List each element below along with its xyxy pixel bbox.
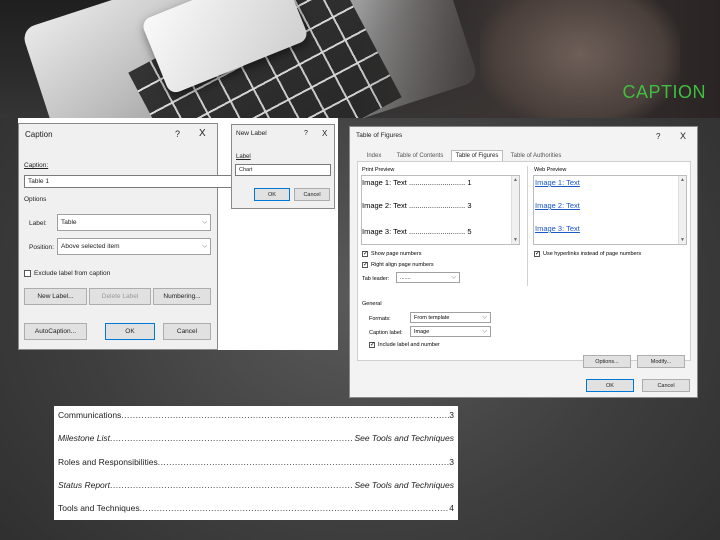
caption-dialog-title: Caption	[25, 130, 53, 139]
options-button[interactable]: Options...	[583, 355, 631, 368]
toc-entry: Communications3	[58, 408, 454, 420]
web-preview-link[interactable]: Image 3: Text	[535, 224, 580, 233]
position-select[interactable]: Above selected item ⌵	[57, 238, 211, 255]
close-icon[interactable]: X	[680, 131, 686, 141]
exclude-label-checkbox[interactable]	[24, 270, 31, 277]
show-page-numbers-checkbox[interactable]: ✓	[362, 251, 368, 257]
include-label-text: Include label and number	[378, 342, 440, 348]
close-icon[interactable]: X	[199, 128, 206, 139]
chevron-down-icon: ⌵	[451, 274, 456, 280]
caption-label-label: Caption label:	[369, 330, 403, 336]
chevron-up-icon: ▲	[513, 177, 518, 183]
use-hyperlinks-label: Use hyperlinks instead of page numbers	[543, 251, 642, 257]
caption-label-select[interactable]: Image ⌵	[410, 326, 491, 337]
caption-label: Caption:	[24, 162, 49, 169]
tab-table-of-contents[interactable]: Table of Contents	[392, 150, 448, 161]
formats-label: Formats:	[369, 316, 391, 322]
new-label-label: Label	[236, 154, 251, 160]
numbering-button[interactable]: Numbering...	[153, 288, 211, 305]
chevron-down-icon: ▼	[513, 237, 518, 243]
print-preview-item: Image 1: Text ..........................…	[362, 178, 472, 187]
label-label: Label:	[29, 220, 47, 227]
chevron-down-icon: ⌵	[482, 314, 487, 320]
toc-entry: Milestone ListSee Tools and Techniques	[58, 431, 454, 443]
slide-title: CAPTION	[622, 82, 706, 102]
web-preview-link[interactable]: Image 1: Text	[535, 178, 580, 187]
chevron-up-icon: ▲	[680, 177, 685, 183]
general-group-label: General	[362, 301, 382, 307]
help-icon[interactable]: ?	[656, 132, 660, 141]
toc-entry: Status ReportSee Tools and Techniques	[58, 478, 454, 490]
new-label-dialog: New Label ? X Label Chart OK Cancel	[231, 124, 335, 209]
cancel-button[interactable]: Cancel	[163, 323, 211, 340]
formats-select[interactable]: From template ⌵	[410, 312, 491, 323]
tab-table-of-authorities[interactable]: Table of Authorities	[506, 150, 566, 161]
show-page-numbers-label: Show page numbers	[371, 251, 422, 257]
help-icon[interactable]: ?	[304, 130, 308, 137]
tab-leader-select[interactable]: ....... ⌵	[396, 272, 460, 283]
new-label-ok-button[interactable]: OK	[254, 188, 290, 201]
new-label-button[interactable]: New Label...	[24, 288, 87, 305]
tof-cancel-button[interactable]: Cancel	[642, 379, 690, 392]
toc-list: Communications3 Milestone ListSee Tools …	[54, 406, 458, 520]
autocaption-button[interactable]: AutoCaption...	[24, 323, 87, 340]
chevron-down-icon: ▼	[680, 237, 685, 243]
modify-button[interactable]: Modify...	[637, 355, 685, 368]
new-label-dialog-title: New Label	[236, 130, 267, 137]
print-preview-item: Image 2: Text ..........................…	[362, 201, 472, 210]
tof-dialog-title: Table of Figures	[356, 132, 403, 139]
chevron-down-icon: ⌵	[482, 328, 487, 334]
tab-table-of-figures[interactable]: Table of Figures	[451, 150, 503, 161]
ok-button[interactable]: OK	[105, 323, 155, 340]
right-align-label: Right align page numbers	[371, 262, 434, 268]
position-label: Position:	[29, 244, 54, 251]
web-preview-label: Web Preview	[534, 167, 567, 173]
include-label-checkbox[interactable]: ✓	[369, 342, 375, 348]
right-align-checkbox[interactable]: ✓	[362, 262, 368, 268]
caption-input[interactable]: Table 1	[24, 175, 240, 188]
toc-entry: Tools and Techniques4	[58, 501, 454, 513]
delete-label-button[interactable]: Delete Label	[89, 288, 151, 305]
tab-leader-label: Tab leader:	[362, 276, 390, 282]
header-photo	[0, 0, 720, 118]
print-preview-item: Image 3: Text ..........................…	[362, 227, 472, 236]
use-hyperlinks-checkbox[interactable]: ✓	[534, 251, 540, 257]
exclude-label-text: Exclude label from caption	[34, 270, 111, 277]
print-preview-label: Print Preview	[362, 167, 395, 173]
close-icon[interactable]: X	[322, 129, 327, 138]
print-preview-scrollbar[interactable]: ▲ ▼	[511, 176, 519, 244]
options-group-label: Options	[24, 196, 47, 203]
caption-dialog: Caption ? X Caption: Table 1 Options Lab…	[18, 123, 240, 350]
label-select[interactable]: Table ⌵	[57, 214, 211, 231]
chevron-down-icon: ⌵	[202, 219, 207, 225]
new-label-cancel-button[interactable]: Cancel	[294, 188, 330, 201]
chevron-down-icon: ⌵	[202, 243, 207, 249]
tab-index[interactable]: Index	[362, 150, 386, 161]
toc-entry: Roles and Responsibilities3	[58, 455, 454, 467]
new-label-input[interactable]: Chart	[235, 164, 331, 176]
web-preview-link[interactable]: Image 2: Text	[535, 201, 580, 210]
web-preview-scrollbar[interactable]: ▲ ▼	[678, 176, 686, 244]
tof-ok-button[interactable]: OK	[586, 379, 634, 392]
help-icon[interactable]: ?	[175, 129, 180, 139]
